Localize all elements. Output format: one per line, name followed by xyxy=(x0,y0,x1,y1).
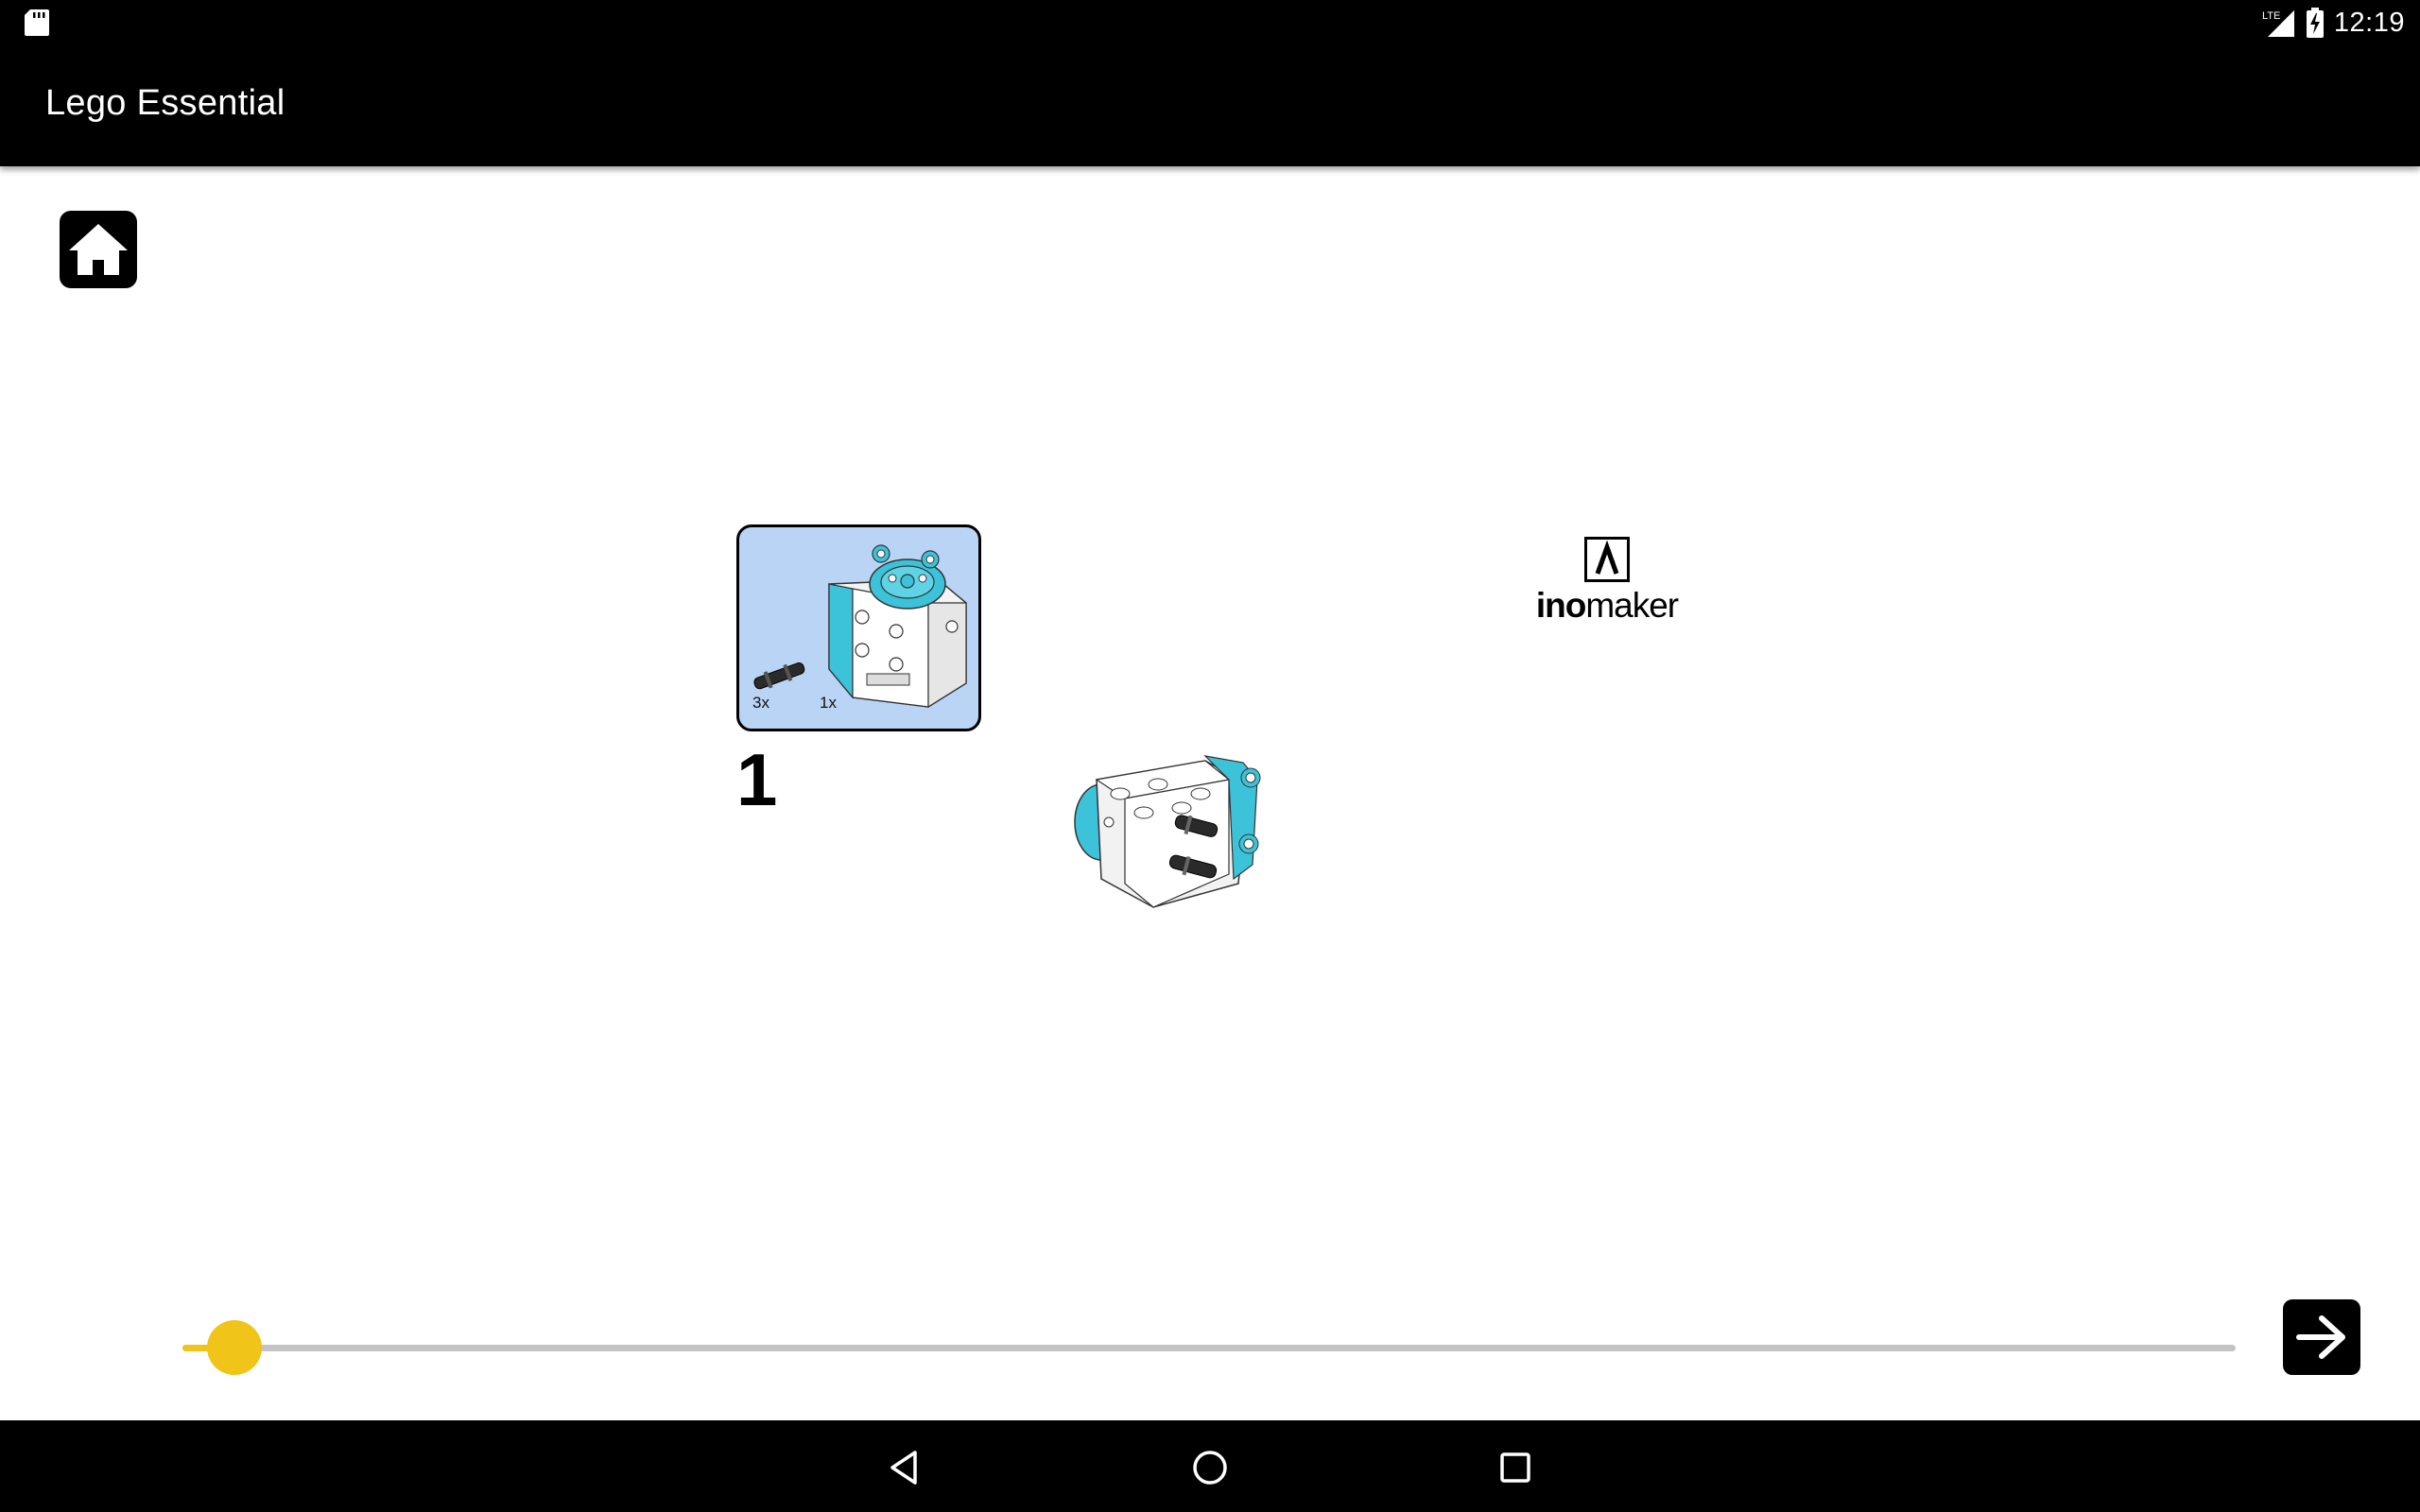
arrow-right-icon xyxy=(2296,1315,2345,1359)
home-circle-icon xyxy=(1193,1451,1227,1485)
slider-thumb[interactable] xyxy=(207,1320,263,1375)
app-title: Lego Essential xyxy=(45,83,285,123)
assembled-model-image xyxy=(1074,755,1261,908)
recents-button[interactable] xyxy=(1487,1439,1544,1496)
back-icon xyxy=(890,1451,917,1485)
battery-charging-icon xyxy=(2306,8,2324,38)
sd-card-icon xyxy=(25,9,49,36)
part-quantity-motor: 1x xyxy=(820,694,837,712)
status-time: 12:19 xyxy=(2333,7,2405,38)
status-bar: LTE 12:19 xyxy=(0,0,2420,45)
signal-icon: LTE xyxy=(2262,10,2294,37)
system-nav-bar xyxy=(0,1420,2420,1512)
app-bar: Lego Essential xyxy=(0,45,2420,166)
slider-track xyxy=(182,1345,2236,1351)
home-button[interactable] xyxy=(60,211,137,288)
step-number: 1 xyxy=(736,738,778,821)
part-quantity-peg: 3x xyxy=(752,694,769,712)
inomaker-wordmark: inomaker xyxy=(1535,586,1679,625)
recents-icon xyxy=(1500,1452,1530,1483)
motor-part-image xyxy=(753,544,967,709)
home-nav-button[interactable] xyxy=(1182,1439,1238,1496)
inomaker-mark-icon xyxy=(1584,537,1630,582)
back-button[interactable] xyxy=(875,1439,932,1496)
status-icons: LTE 12:19 xyxy=(2262,6,2405,40)
svg-text:LTE: LTE xyxy=(2262,10,2280,22)
parts-list-box: 3x 1x xyxy=(736,524,981,731)
home-icon xyxy=(69,224,128,275)
next-step-button[interactable] xyxy=(2283,1299,2360,1375)
step-slider[interactable] xyxy=(182,1320,2236,1375)
inomaker-logo: inomaker xyxy=(1530,537,1685,631)
